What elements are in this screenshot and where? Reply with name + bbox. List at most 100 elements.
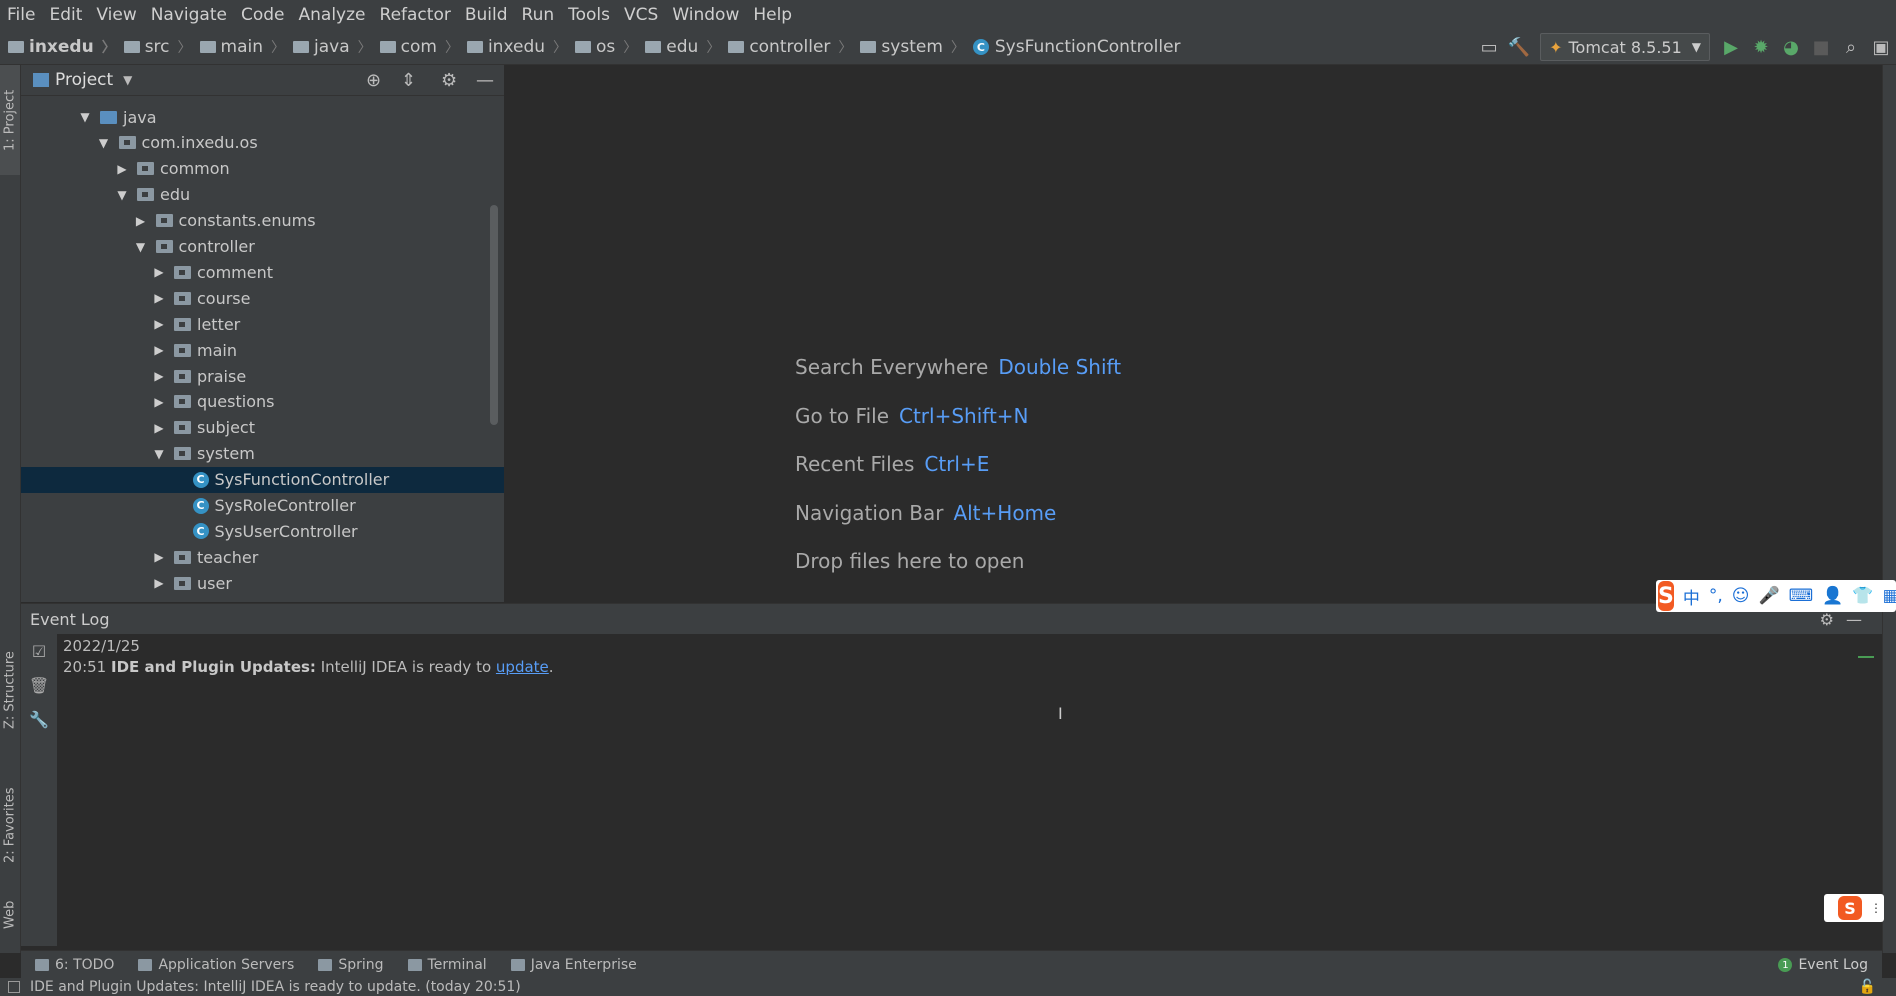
chevron-right-icon[interactable]: ▶ — [115, 162, 129, 176]
menu-view[interactable]: View — [89, 0, 143, 30]
lock-icon[interactable]: 🔓 — [1859, 979, 1876, 995]
chevron-right-icon[interactable]: ▶ — [152, 265, 166, 279]
project-structure-icon[interactable]: ▭ — [1474, 32, 1504, 62]
bottom-tab[interactable]: 6: TODO — [35, 957, 114, 973]
bottom-tab[interactable]: Application Servers — [138, 957, 294, 973]
tree-node[interactable]: ▶ letter — [21, 311, 504, 337]
collapse-all-icon[interactable]: ⇕ — [401, 70, 416, 91]
tree-node[interactable]: ▶ common — [21, 156, 504, 182]
mark-all-read-icon[interactable]: ☑ — [21, 634, 57, 668]
breadcrumb-item[interactable]: com 〉 — [379, 37, 459, 57]
chevron-right-icon[interactable]: ▶ — [152, 550, 166, 564]
tree-node[interactable]: ▼ controller — [21, 234, 504, 260]
chevron-right-icon[interactable]: ▶ — [152, 291, 166, 305]
ime-tool-icon[interactable]: ▦ — [1883, 586, 1896, 606]
debug-icon[interactable]: ✹ — [1746, 32, 1776, 62]
status-text[interactable]: IDE and Plugin Updates: IntelliJ IDEA is… — [30, 979, 521, 995]
minimize-icon[interactable]: — — [1846, 610, 1862, 629]
chevron-right-icon[interactable]: ▶ — [152, 317, 166, 331]
ime-tool-icon[interactable]: °, — [1709, 586, 1723, 606]
chevron-down-icon[interactable]: ▼ — [152, 447, 166, 461]
menu-tools[interactable]: Tools — [561, 0, 617, 30]
search-icon[interactable]: ⌕ — [1836, 32, 1866, 62]
run-icon[interactable]: ▶ — [1716, 32, 1746, 62]
menu-build[interactable]: Build — [458, 0, 515, 30]
ime-tool-icon[interactable]: ⌨ — [1789, 586, 1814, 606]
update-link[interactable]: update — [496, 658, 549, 676]
bottom-tab[interactable]: Terminal — [407, 957, 487, 973]
tree-node[interactable]: C SysRoleController — [21, 493, 504, 519]
event-log-content[interactable]: 2022/1/25 20:51 IDE and Plugin Updates: … — [58, 634, 1882, 946]
run-configuration-select[interactable]: ✦ Tomcat 8.5.51 ▼ — [1540, 33, 1710, 61]
favorites-tool-tab[interactable]: 2: Favorites — [0, 765, 20, 885]
minimize-icon[interactable]: — — [476, 70, 494, 91]
tree-node[interactable]: ▶ subject — [21, 415, 504, 441]
ime-tool-icon[interactable]: 👕 — [1852, 586, 1873, 606]
breadcrumb-item[interactable]: system 〉 — [860, 37, 965, 57]
tree-node[interactable]: C SysUserController — [21, 518, 504, 544]
coverage-icon[interactable]: ◕ — [1776, 32, 1806, 62]
editor-empty-area[interactable]: Search Everywhere Double Shift Go to File C… — [505, 65, 1882, 602]
bottom-tab[interactable]: Spring — [318, 957, 384, 973]
stop-icon[interactable]: ■ — [1806, 32, 1836, 62]
menu-edit[interactable]: Edit — [42, 0, 89, 30]
tree-node[interactable]: C SysFunctionController — [21, 466, 504, 493]
chevron-down-icon[interactable]: ▼ — [78, 110, 92, 124]
event-log-tab[interactable]: 1 Event Log — [1778, 951, 1868, 979]
ime-tool-icon[interactable]: 👤 — [1822, 586, 1843, 606]
chevron-right-icon[interactable]: ▶ — [152, 369, 166, 383]
menu-help[interactable]: Help — [746, 0, 799, 30]
menu-refactor[interactable]: Refactor — [373, 0, 458, 30]
build-hammer-icon[interactable]: 🔨 — [1504, 32, 1534, 62]
project-tool-tab[interactable]: 1: Project — [0, 65, 20, 175]
project-panel-title[interactable]: Project — [55, 70, 113, 90]
tree-node[interactable]: ▶ user — [21, 570, 504, 596]
structure-tool-tab[interactable]: Z: Structure — [0, 635, 20, 745]
menu-analyze[interactable]: Analyze — [292, 0, 373, 30]
ime-menu-icon[interactable]: ⋮ — [1870, 901, 1882, 915]
breadcrumb-item[interactable]: java 〉 — [293, 37, 372, 57]
wrench-icon[interactable]: 🔧 — [21, 702, 57, 736]
chevron-right-icon[interactable]: ▶ — [152, 576, 166, 590]
project-scrollbar[interactable] — [490, 205, 498, 425]
menu-vcs[interactable]: VCS — [617, 0, 665, 30]
breadcrumb-item[interactable]: os 〉 — [575, 37, 637, 57]
tree-node[interactable]: ▼ java — [21, 104, 504, 130]
tree-node[interactable]: ▼ system — [21, 441, 504, 467]
gear-icon[interactable]: ⚙ — [441, 70, 457, 91]
chevron-down-icon[interactable]: ▼ — [115, 188, 129, 202]
chevron-right-icon[interactable]: ▶ — [152, 343, 166, 357]
gear-icon[interactable]: ⚙ — [1820, 610, 1834, 629]
menu-run[interactable]: Run — [515, 0, 562, 30]
ime-tool-icon[interactable]: 🎤 — [1759, 586, 1780, 606]
tree-node[interactable]: ▶ praise — [21, 363, 504, 389]
menu-navigate[interactable]: Navigate — [144, 0, 234, 30]
tree-node[interactable]: ▼ com.inxedu.os — [21, 130, 504, 156]
tree-node[interactable]: ▶ comment — [21, 259, 504, 285]
breadcrumb-item[interactable]: main 〉 — [199, 37, 285, 57]
chevron-right-icon[interactable]: ▶ — [152, 421, 166, 435]
ime-tool-icon[interactable]: ☺ — [1732, 586, 1750, 606]
menu-file[interactable]: File — [0, 0, 42, 30]
chevron-down-icon[interactable]: ▼ — [123, 73, 132, 87]
breadcrumb-item[interactable]: C SysFunctionController — [972, 37, 1181, 57]
chevron-right-icon[interactable]: ▶ — [134, 214, 148, 228]
breadcrumb-item[interactable]: controller 〉 — [728, 37, 852, 57]
locate-icon[interactable]: ⊕ — [366, 70, 381, 91]
menu-code[interactable]: Code — [234, 0, 292, 30]
tree-node[interactable]: ▶ questions — [21, 389, 504, 415]
ime-logo-icon[interactable]: S — [1838, 896, 1862, 920]
tree-node[interactable]: ▼ edu — [21, 182, 504, 208]
tree-node[interactable]: ▶ main — [21, 337, 504, 363]
menu-window[interactable]: Window — [665, 0, 746, 30]
breadcrumb-item[interactable]: src 〉 — [123, 37, 192, 57]
ime-tool-icon[interactable]: 中 — [1683, 584, 1700, 609]
breadcrumb-item[interactable]: inxedu 〉 — [8, 37, 116, 57]
web-tool-tab[interactable]: Web — [0, 885, 20, 945]
ime-logo-icon[interactable]: S — [1658, 581, 1674, 611]
chevron-right-icon[interactable]: ▶ — [152, 395, 166, 409]
tree-node[interactable]: ▶ constants.enums — [21, 208, 504, 234]
tree-node[interactable]: ▶ teacher — [21, 544, 504, 570]
breadcrumb-item[interactable]: edu 〉 — [645, 37, 720, 57]
tree-node[interactable]: ▶ course — [21, 285, 504, 311]
